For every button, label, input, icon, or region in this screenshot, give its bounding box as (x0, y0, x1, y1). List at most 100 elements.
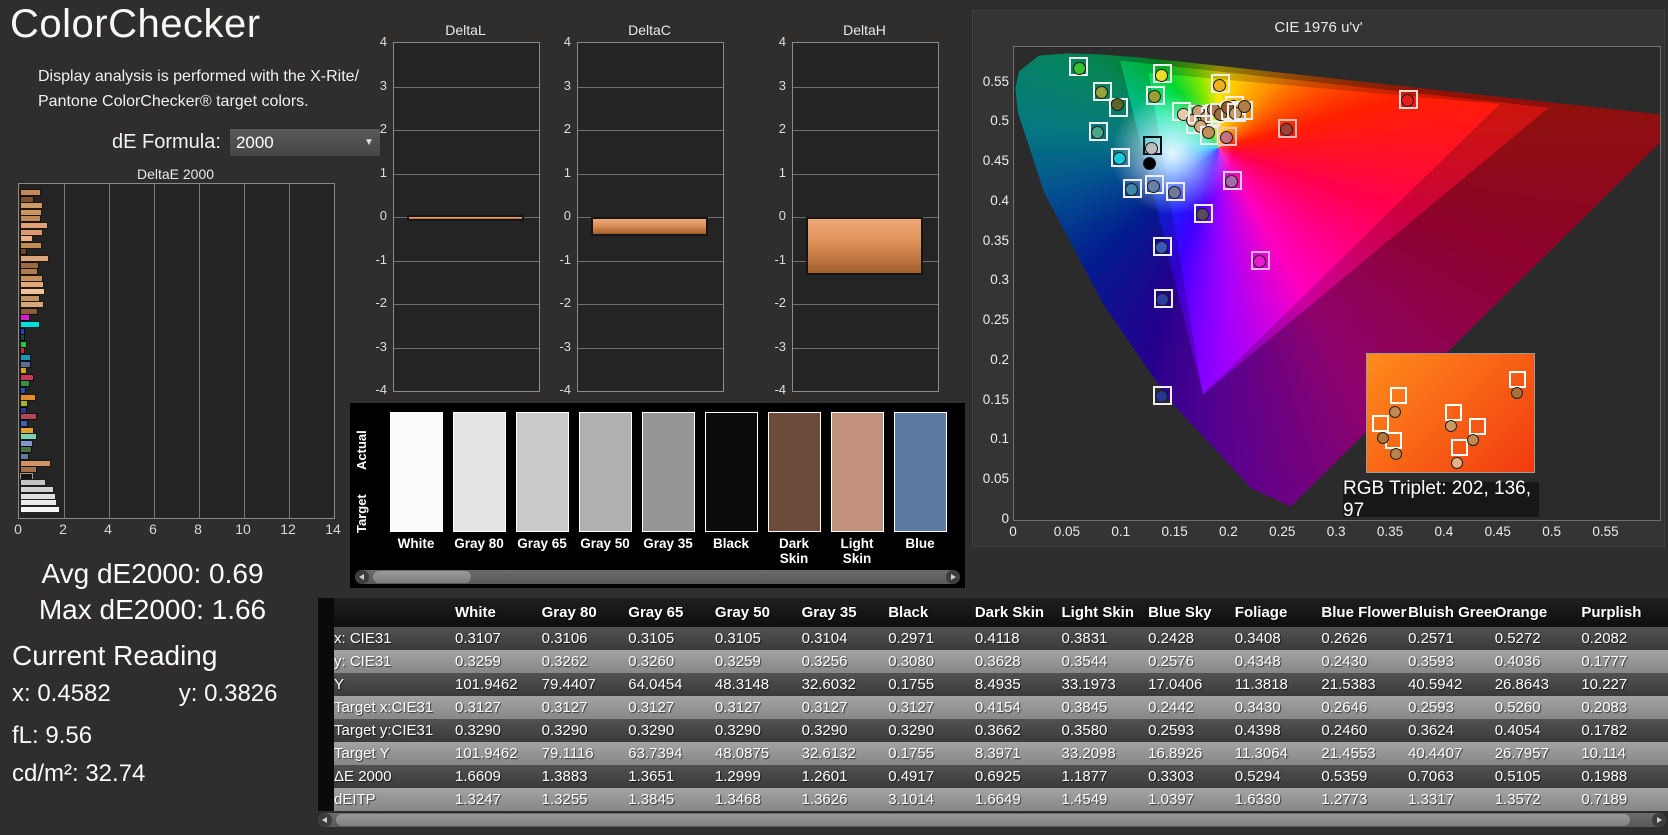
y-tick-label: 1 (563, 164, 571, 180)
table-cell: 0.7189 (1581, 791, 1628, 808)
table-cell: 0.3127 (714, 699, 761, 716)
table-row: dEITP 1.3247 1.3255 1.3845 1.3468 1.3626 3.101… (318, 788, 1668, 811)
cie-x-tick-label: 0.55 (1592, 524, 1619, 539)
column-header: Blue Sky (1148, 604, 1212, 621)
table-cell: 0.3105 (714, 630, 761, 647)
y-tick-label: -3 (375, 338, 387, 354)
swatch-label: Black (712, 536, 750, 551)
table-scroll-right-button[interactable] (1652, 813, 1666, 827)
table-cell: 0.3290 (628, 722, 675, 739)
table-cell: 79.4407 (541, 676, 596, 693)
de-formula-dropdown[interactable]: 2000 ▼ (228, 128, 381, 157)
y-tick-label: 3 (379, 77, 387, 93)
gridline (394, 173, 539, 175)
table-cell: 0.2083 (1581, 699, 1628, 716)
table-cell: 1.1877 (1061, 768, 1108, 785)
table-cell: 0.2082 (1581, 630, 1628, 647)
color-swatch-gray-80 (453, 412, 506, 532)
table-cell: 0.4917 (888, 768, 935, 785)
table-cell: 79.1116 (541, 745, 594, 762)
row-label: y: CIE31 (334, 653, 392, 670)
table-cell: 0.2460 (1321, 722, 1368, 739)
delta-bar (407, 214, 524, 221)
table-cell: 0.5260 (1494, 699, 1541, 716)
table-cell: 0.3262 (541, 653, 588, 670)
scrollbar-thumb[interactable] (373, 571, 471, 583)
cie-measured-point (1142, 156, 1156, 170)
cie-y-tick-label: 0.4 (990, 192, 1009, 208)
cie-measured-point (1154, 68, 1168, 82)
row-label: Target x:CIE31 (334, 699, 434, 716)
cie-x-tick-label: 0.35 (1376, 524, 1404, 539)
table-cell: 8.4935 (974, 676, 1021, 693)
table-cell: 0.3127 (455, 699, 501, 716)
inset-target-square (1450, 438, 1468, 456)
table-cell: 0.2593 (1408, 699, 1454, 716)
gridline (793, 304, 938, 305)
column-header: Blue Flower (1321, 604, 1407, 621)
table-cell: 0.3080 (888, 653, 935, 670)
color-swatch-light-skin (831, 412, 884, 532)
table-cell: 1.3247 (455, 791, 501, 808)
measurement-table: White Gray 80 Gray 65 Gray 50 Gray 35 Black Da… (318, 598, 1668, 811)
mini-chart-deltal (393, 42, 540, 392)
column-header: Light Skin (1061, 604, 1135, 621)
y-tick-label: -1 (375, 251, 387, 267)
scroll-right-button[interactable] (946, 570, 960, 584)
table-cell: 26.7957 (1494, 745, 1549, 762)
table-cell: 0.3127 (628, 699, 675, 716)
table-cell: 33.2098 (1061, 745, 1116, 762)
cie-y-tick-label: 0.5 (990, 113, 1009, 129)
delta-bar (806, 217, 923, 276)
gridline (394, 304, 539, 305)
color-swatch-dark-skin (768, 412, 821, 532)
row-strip (318, 765, 334, 788)
table-cell: 0.3430 (1234, 699, 1281, 716)
cie-chart-title: CIE 1976 u'v' (1274, 19, 1363, 36)
mini-chart-title: DeltaH (843, 22, 886, 38)
deltae-chart-title: DeltaE 2000 (136, 166, 215, 182)
table-cell: 1.3651 (628, 768, 675, 785)
scroll-left-button[interactable] (355, 570, 369, 584)
cie-y-tick-label: 0.2 (990, 351, 1009, 367)
cie-y-tick-label: 0.3 (990, 272, 1009, 288)
table-scrollbar[interactable] (318, 813, 1666, 827)
row-strip (318, 788, 334, 811)
x-tick-label: 0 (14, 521, 22, 537)
table-cell: 0.1777 (1581, 653, 1628, 670)
cie-x-tick-label: 0 (1009, 524, 1017, 539)
cie-x-tick-label: 0.15 (1161, 524, 1188, 539)
table-cell: 0.5359 (1321, 768, 1368, 785)
header-label-cell (334, 598, 455, 627)
y-tick-label: -2 (375, 295, 387, 310)
y-tick-label: 4 (379, 34, 387, 49)
chevron-down-icon: ▼ (364, 137, 374, 148)
swatch-scrollbar[interactable] (355, 570, 960, 584)
y-tick-label: 0 (778, 208, 786, 223)
table-cell: 40.5942 (1408, 676, 1463, 693)
table-scrollbar-thumb[interactable] (336, 814, 1630, 826)
table-cell: 0.3107 (455, 630, 501, 647)
table-cell: 0.2593 (1148, 722, 1195, 739)
table-row: x: CIE31 0.3107 0.3106 0.3105 0.3105 0.3104 0.… (318, 627, 1668, 650)
x-tick-label: 6 (149, 521, 157, 537)
inset-measured-point (1450, 456, 1463, 469)
table-cell: 21.4553 (1321, 745, 1376, 762)
table-cell: 32.6132 (801, 745, 856, 762)
cie-measured-point (1279, 123, 1293, 137)
column-header: Foliage (1234, 604, 1288, 621)
table-cell: 0.3256 (801, 653, 848, 670)
reading-cdm2: cd/m²: 32.74 (12, 760, 146, 787)
y-tick-label: -4 (559, 382, 571, 397)
table-scroll-left-button[interactable] (318, 813, 332, 827)
max-de2000: Max dE2000: 1.66 (38, 594, 267, 625)
table-cell: 63.7394 (628, 745, 683, 762)
inset-measured-point (1445, 420, 1458, 433)
gridline (394, 130, 539, 131)
color-swatch-blue (894, 412, 947, 532)
swatch-label: White (397, 536, 435, 551)
rgb-triplet-label: RGB Triplet: 202, 136, 97 (1343, 478, 1539, 521)
cie-y-tick-label: 0.55 (982, 73, 1009, 89)
cie-whitepoint-glow (1014, 47, 1660, 520)
cie-measured-point (1154, 389, 1168, 403)
